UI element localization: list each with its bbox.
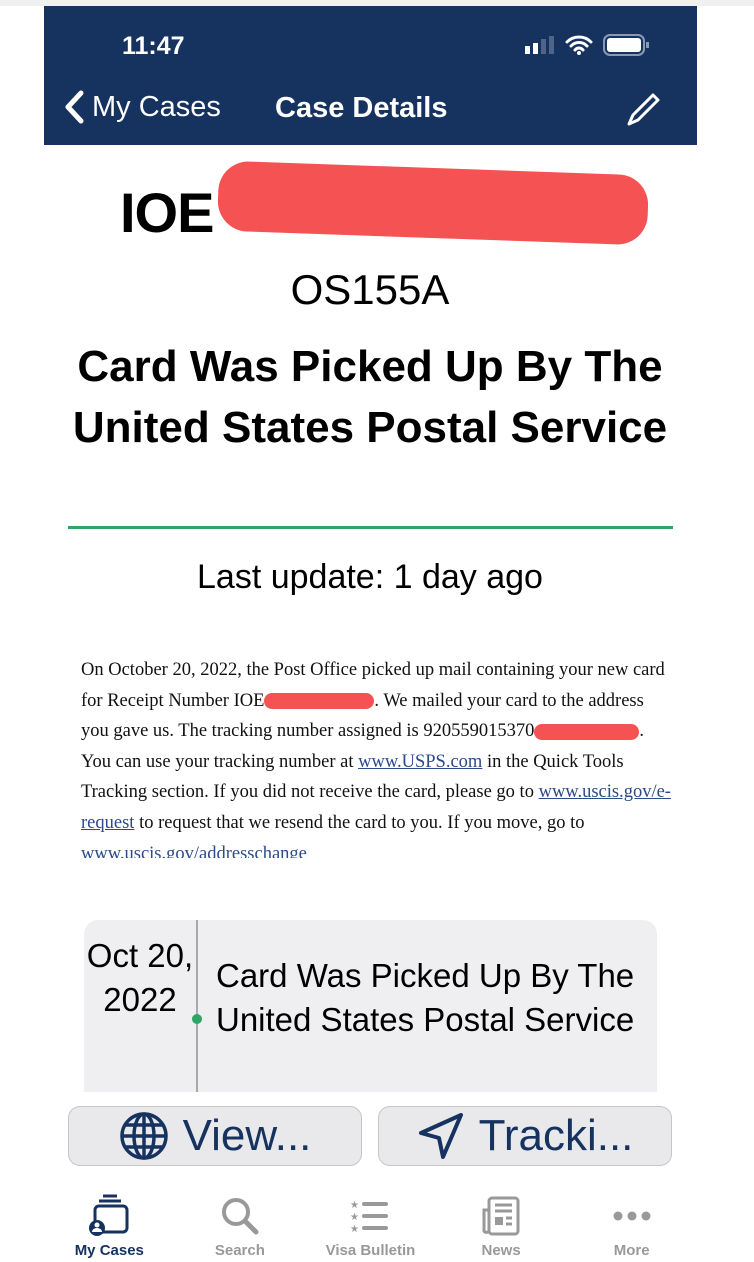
status-icons bbox=[525, 34, 649, 56]
status-time: 11:47 bbox=[122, 32, 185, 60]
timeline-item[interactable]: Oct 20, 2022 Card Was Picked Up By The U… bbox=[84, 920, 657, 1092]
tab-search[interactable]: Search bbox=[175, 1190, 306, 1262]
cases-icon bbox=[89, 1194, 129, 1236]
receipt-suffix: OS155A bbox=[290, 266, 450, 313]
view-label: View... bbox=[182, 1111, 312, 1160]
pencil-icon bbox=[627, 93, 660, 126]
divider bbox=[68, 526, 673, 529]
page-title: Case Details bbox=[275, 92, 448, 124]
back-label: My Cases bbox=[92, 90, 221, 123]
svg-text:★: ★ bbox=[350, 1224, 359, 1234]
battery-icon bbox=[603, 34, 649, 56]
usps-link[interactable]: www.USPS.com bbox=[358, 752, 482, 772]
svg-text:★: ★ bbox=[350, 1212, 359, 1223]
globe-icon bbox=[119, 1112, 168, 1160]
tab-visa-bulletin[interactable]: ★ ★ ★ Visa Bulletin bbox=[305, 1190, 436, 1262]
tracking-label: Tracki... bbox=[478, 1111, 634, 1160]
timeline-dot bbox=[192, 1014, 202, 1024]
tab-bar: My Cases Search ★ ★ ★ Visa Bulletin News M… bbox=[44, 1190, 697, 1262]
ellipsis-icon bbox=[613, 1211, 651, 1221]
timeline-title: Card Was Picked Up By The United States … bbox=[216, 957, 635, 1038]
nav-bar: 11:47 My Cases Case Details bbox=[44, 6, 697, 145]
back-button[interactable]: My Cases bbox=[64, 90, 221, 124]
redaction bbox=[534, 723, 640, 740]
last-update: Last update: 1 day ago bbox=[197, 558, 543, 596]
tab-news[interactable]: News bbox=[436, 1190, 567, 1262]
timeline-date: Oct 20, 2022 bbox=[86, 937, 194, 1018]
newspaper-icon bbox=[482, 1196, 520, 1236]
location-arrow-icon bbox=[418, 1113, 463, 1159]
tab-more[interactable]: More bbox=[566, 1190, 697, 1262]
tab-my-cases[interactable]: My Cases bbox=[44, 1190, 175, 1262]
search-icon bbox=[221, 1198, 259, 1235]
redaction bbox=[264, 693, 375, 710]
signal-icon bbox=[525, 36, 554, 54]
edit-button[interactable] bbox=[625, 90, 663, 133]
chevron-left-icon bbox=[65, 90, 84, 124]
case-status-title: Card Was Picked Up By The United States … bbox=[72, 342, 668, 452]
receipt-number: IOE bbox=[120, 181, 214, 244]
case-description: On October 20, 2022, the Post Office pic… bbox=[81, 655, 671, 858]
redaction bbox=[216, 160, 650, 246]
timeline-line bbox=[196, 920, 198, 1092]
svg-text:★: ★ bbox=[350, 1200, 359, 1211]
list-icon: ★★★ bbox=[350, 1200, 389, 1234]
wifi-icon bbox=[565, 35, 593, 55]
view-button[interactable]: View... bbox=[68, 1106, 362, 1166]
address-change-link[interactable]: www.uscis.gov/addresschange bbox=[81, 844, 307, 858]
tracking-button[interactable]: Tracki... bbox=[378, 1106, 672, 1166]
